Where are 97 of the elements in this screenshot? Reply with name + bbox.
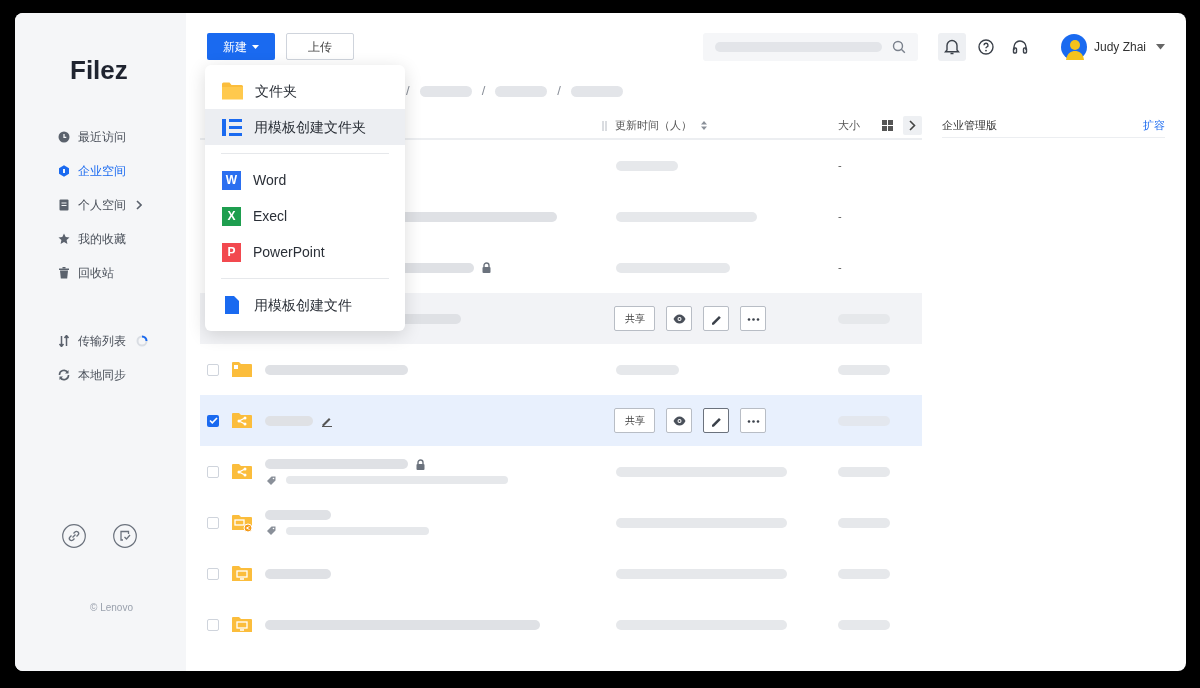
folder-icon bbox=[222, 82, 243, 100]
breadcrumb-separator: / bbox=[406, 82, 410, 101]
file-name-placeholder-bar[interactable] bbox=[265, 415, 313, 426]
document-check-icon[interactable] bbox=[113, 524, 137, 548]
bell-button[interactable] bbox=[937, 32, 966, 61]
monitor-folder-icon bbox=[232, 615, 252, 634]
time-placeholder-bar bbox=[616, 364, 679, 375]
file-row[interactable]: 共享 bbox=[200, 395, 922, 446]
breadcrumb-separator: / bbox=[481, 82, 486, 101]
more-button[interactable] bbox=[740, 408, 766, 433]
column-resize-handle-icon[interactable] bbox=[602, 120, 607, 131]
menu-item[interactable]: 用模板创建文件 bbox=[205, 287, 405, 323]
monitor-folder-icon bbox=[232, 513, 252, 532]
document-icon bbox=[222, 296, 242, 314]
menu-item[interactable]: 文件夹 bbox=[205, 73, 405, 109]
checkbox[interactable] bbox=[207, 414, 219, 427]
link-icon[interactable] bbox=[62, 524, 86, 548]
menu-item[interactable]: X Execl bbox=[205, 198, 405, 234]
checkbox[interactable] bbox=[207, 516, 219, 529]
size-placeholder-bar bbox=[838, 517, 890, 528]
trash-icon bbox=[58, 267, 70, 279]
expand-panel-button[interactable] bbox=[903, 116, 922, 135]
nav-item[interactable]: 本地同步 bbox=[15, 358, 186, 392]
checkbox[interactable] bbox=[207, 567, 219, 580]
nav-item[interactable]: 最近访问 bbox=[15, 120, 186, 154]
view-button[interactable] bbox=[666, 408, 692, 433]
eye-icon bbox=[672, 414, 686, 427]
nav-item[interactable]: 我的收藏 bbox=[15, 222, 186, 256]
shared-folder-icon bbox=[232, 411, 252, 430]
eye-icon bbox=[672, 312, 686, 325]
copyright-text: © Lenovo bbox=[89, 601, 133, 615]
breadcrumb-placeholder-bar[interactable] bbox=[570, 85, 623, 97]
checkbox[interactable] bbox=[207, 465, 219, 478]
edit-button[interactable] bbox=[703, 408, 729, 433]
new-button[interactable]: 新建 bbox=[207, 33, 275, 60]
hexagon-icon bbox=[58, 165, 70, 177]
size-placeholder-bar bbox=[838, 568, 890, 579]
breadcrumb-separator: / bbox=[557, 82, 561, 101]
folder-icon bbox=[232, 360, 252, 379]
size-text: - bbox=[838, 260, 842, 276]
file-name-placeholder-bar[interactable] bbox=[265, 364, 408, 375]
search-field[interactable] bbox=[702, 32, 918, 61]
caret-icon bbox=[252, 44, 259, 49]
panel-title: 企业管理版 bbox=[942, 117, 997, 133]
size-text: - bbox=[838, 209, 842, 225]
nav-item[interactable]: 回收站 bbox=[15, 256, 186, 290]
checkbox[interactable] bbox=[207, 618, 219, 631]
search-icon bbox=[891, 39, 906, 54]
more-button[interactable] bbox=[740, 306, 766, 331]
chevron-right-icon bbox=[909, 120, 916, 131]
file-name-placeholder-bar[interactable] bbox=[265, 568, 331, 579]
app-badge-icon: W bbox=[222, 170, 241, 190]
file-name-placeholder-bar[interactable] bbox=[265, 459, 408, 469]
app-badge-icon: X bbox=[222, 206, 241, 226]
size-placeholder-bar bbox=[838, 619, 890, 630]
shared-folder-icon bbox=[232, 462, 252, 481]
edit-button[interactable] bbox=[703, 306, 729, 331]
nav-item[interactable]: 企业空间 bbox=[15, 154, 186, 188]
nav-item[interactable]: 个人空间 bbox=[15, 188, 186, 222]
grid-view-icon[interactable] bbox=[882, 120, 893, 131]
user-name[interactable]: Judy Zhai bbox=[1093, 37, 1146, 56]
column-header[interactable]: 大小 bbox=[838, 117, 860, 134]
help-icon bbox=[976, 37, 995, 56]
monitor-folder-icon bbox=[232, 564, 252, 583]
transfer-icon bbox=[58, 335, 70, 347]
share-button[interactable]: 共享 bbox=[614, 306, 655, 331]
chevron-right-icon[interactable] bbox=[136, 200, 142, 210]
headset-icon bbox=[1010, 37, 1029, 56]
template-icon bbox=[222, 118, 242, 136]
breadcrumb-placeholder-bar[interactable] bbox=[419, 85, 472, 97]
time-placeholder-bar bbox=[616, 160, 678, 171]
avatar bbox=[1060, 33, 1087, 60]
caret-icon[interactable] bbox=[1156, 43, 1165, 50]
file-name-placeholder-bar[interactable] bbox=[265, 510, 331, 520]
view-button[interactable] bbox=[666, 306, 692, 331]
book-icon bbox=[58, 199, 70, 211]
expand-capacity-link[interactable]: 扩容 bbox=[1143, 116, 1165, 134]
size-placeholder-bar bbox=[838, 466, 890, 477]
logo: Filez bbox=[70, 55, 128, 85]
file-name-placeholder-bar[interactable] bbox=[265, 619, 540, 630]
menu-item[interactable]: W Word bbox=[205, 162, 405, 198]
sort-icon[interactable] bbox=[701, 121, 707, 130]
share-button[interactable]: 共享 bbox=[614, 408, 655, 433]
breadcrumb-placeholder-bar[interactable] bbox=[495, 85, 548, 97]
sync-icon bbox=[58, 369, 70, 381]
menu-item[interactable]: 用模板创建文件夹 bbox=[205, 109, 405, 145]
nav-item[interactable]: 传输列表 bbox=[15, 324, 186, 358]
app-badge-icon: P bbox=[222, 242, 241, 262]
checkbox[interactable] bbox=[207, 363, 219, 376]
bell-icon bbox=[942, 37, 961, 56]
star-icon bbox=[58, 233, 70, 245]
column-header[interactable]: 更新时间（人） bbox=[615, 117, 692, 134]
menu-item[interactable]: P PowerPoint bbox=[205, 234, 405, 270]
clock-icon bbox=[58, 131, 70, 143]
upload-button[interactable]: 上传 bbox=[286, 33, 354, 60]
size-placeholder-bar bbox=[838, 364, 890, 375]
size-text: - bbox=[838, 158, 842, 174]
